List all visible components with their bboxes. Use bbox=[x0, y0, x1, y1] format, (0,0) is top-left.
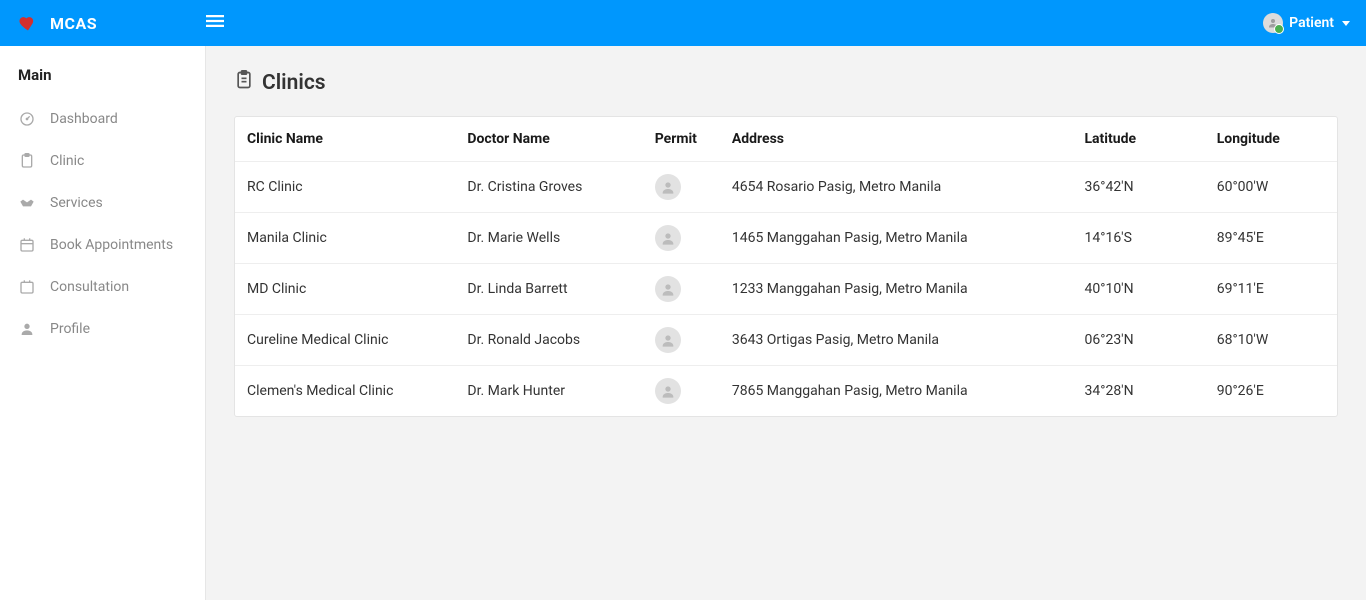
table-row: Cureline Medical ClinicDr. Ronald Jacobs… bbox=[235, 315, 1337, 366]
permit-avatar-icon bbox=[655, 378, 681, 404]
user-menu-dropdown[interactable]: Patient bbox=[1263, 13, 1350, 33]
cell-clinic-name: Manila Clinic bbox=[235, 213, 455, 264]
user-icon bbox=[18, 320, 36, 338]
table-row: MD ClinicDr. Linda Barrett 1233 Manggahan… bbox=[235, 264, 1337, 315]
bars-icon bbox=[206, 12, 224, 35]
handshake-icon bbox=[18, 194, 36, 212]
cell-address: 1465 Manggahan Pasig, Metro Manila bbox=[720, 213, 1073, 264]
page-title-text: Clinics bbox=[262, 71, 326, 95]
cell-permit bbox=[643, 213, 720, 264]
calendar-icon bbox=[18, 278, 36, 296]
cell-clinic-name: Cureline Medical Clinic bbox=[235, 315, 455, 366]
permit-avatar-icon bbox=[655, 327, 681, 353]
cell-permit bbox=[643, 315, 720, 366]
main-content: Clinics Clinic Name Doctor Name Permit A… bbox=[206, 46, 1366, 600]
sidebar-item-label: Services bbox=[50, 195, 103, 211]
th-latitude: Latitude bbox=[1072, 117, 1204, 162]
cell-latitude: 34°28'N bbox=[1072, 366, 1204, 417]
table-row: RC ClinicDr. Cristina Groves 4654 Rosario… bbox=[235, 162, 1337, 213]
clipboard-icon bbox=[234, 70, 254, 96]
user-label: Patient bbox=[1289, 15, 1334, 31]
cell-latitude: 14°16'S bbox=[1072, 213, 1204, 264]
th-permit: Permit bbox=[643, 117, 720, 162]
chevron-down-icon bbox=[1342, 21, 1350, 26]
sidebar-toggle-button[interactable] bbox=[206, 12, 224, 35]
clipboard-icon bbox=[18, 152, 36, 170]
cell-longitude: 68°10'W bbox=[1205, 315, 1337, 366]
th-longitude: Longitude bbox=[1205, 117, 1337, 162]
sidebar-item-label: Dashboard bbox=[50, 111, 118, 127]
sidebar-item-label: Book Appointments bbox=[50, 237, 173, 253]
cell-address: 7865 Manggahan Pasig, Metro Manila bbox=[720, 366, 1073, 417]
cell-longitude: 60°00'W bbox=[1205, 162, 1337, 213]
cell-latitude: 36°42'N bbox=[1072, 162, 1204, 213]
sidebar-section-title: Main bbox=[0, 60, 205, 98]
top-navbar: MCAS Patient bbox=[0, 0, 1366, 46]
permit-avatar-icon bbox=[655, 174, 681, 200]
cell-longitude: 90°26'E bbox=[1205, 366, 1337, 417]
cell-address: 3643 Ortigas Pasig, Metro Manila bbox=[720, 315, 1073, 366]
brand-name: MCAS bbox=[50, 14, 97, 33]
table-row: Clemen's Medical ClinicDr. Mark Hunter 78… bbox=[235, 366, 1337, 417]
th-address: Address bbox=[720, 117, 1073, 162]
table-row: Manila ClinicDr. Marie Wells 1465 Manggah… bbox=[235, 213, 1337, 264]
sidebar-item-consultation[interactable]: Consultation bbox=[0, 266, 205, 308]
cell-address: 4654 Rosario Pasig, Metro Manila bbox=[720, 162, 1073, 213]
cell-permit bbox=[643, 162, 720, 213]
sidebar-item-clinic[interactable]: Clinic bbox=[0, 140, 205, 182]
sidebar-item-label: Profile bbox=[50, 321, 90, 337]
sidebar-item-book-appointments[interactable]: Book Appointments bbox=[0, 224, 205, 266]
th-clinic-name: Clinic Name bbox=[235, 117, 455, 162]
cell-doctor-name: Dr. Mark Hunter bbox=[455, 366, 642, 417]
brand-logo-wrap[interactable]: MCAS bbox=[16, 11, 206, 35]
calendar-alt-icon bbox=[18, 236, 36, 254]
cell-clinic-name: RC Clinic bbox=[235, 162, 455, 213]
cell-longitude: 89°45'E bbox=[1205, 213, 1337, 264]
sidebar-item-label: Clinic bbox=[50, 153, 84, 169]
cell-address: 1233 Manggahan Pasig, Metro Manila bbox=[720, 264, 1073, 315]
cell-permit bbox=[643, 366, 720, 417]
cell-doctor-name: Dr. Cristina Groves bbox=[455, 162, 642, 213]
clinics-table: Clinic Name Doctor Name Permit Address L… bbox=[235, 117, 1337, 416]
cell-latitude: 06°23'N bbox=[1072, 315, 1204, 366]
cell-longitude: 69°11'E bbox=[1205, 264, 1337, 315]
sidebar-item-dashboard[interactable]: Dashboard bbox=[0, 98, 205, 140]
sidebar-item-services[interactable]: Services bbox=[0, 182, 205, 224]
cell-permit bbox=[643, 264, 720, 315]
user-avatar-icon bbox=[1263, 13, 1283, 33]
sidebar: Main Dashboard Clinic Services Book Appo… bbox=[0, 46, 206, 600]
heart-logo-icon bbox=[16, 11, 40, 35]
cell-doctor-name: Dr. Ronald Jacobs bbox=[455, 315, 642, 366]
cell-doctor-name: Dr. Marie Wells bbox=[455, 213, 642, 264]
sidebar-item-profile[interactable]: Profile bbox=[0, 308, 205, 350]
permit-avatar-icon bbox=[655, 225, 681, 251]
clinics-table-card: Clinic Name Doctor Name Permit Address L… bbox=[234, 116, 1338, 417]
table-header-row: Clinic Name Doctor Name Permit Address L… bbox=[235, 117, 1337, 162]
dashboard-icon bbox=[18, 110, 36, 128]
cell-latitude: 40°10'N bbox=[1072, 264, 1204, 315]
page-title: Clinics bbox=[234, 70, 1338, 96]
cell-clinic-name: Clemen's Medical Clinic bbox=[235, 366, 455, 417]
th-doctor-name: Doctor Name bbox=[455, 117, 642, 162]
permit-avatar-icon bbox=[655, 276, 681, 302]
sidebar-item-label: Consultation bbox=[50, 279, 129, 295]
cell-clinic-name: MD Clinic bbox=[235, 264, 455, 315]
cell-doctor-name: Dr. Linda Barrett bbox=[455, 264, 642, 315]
